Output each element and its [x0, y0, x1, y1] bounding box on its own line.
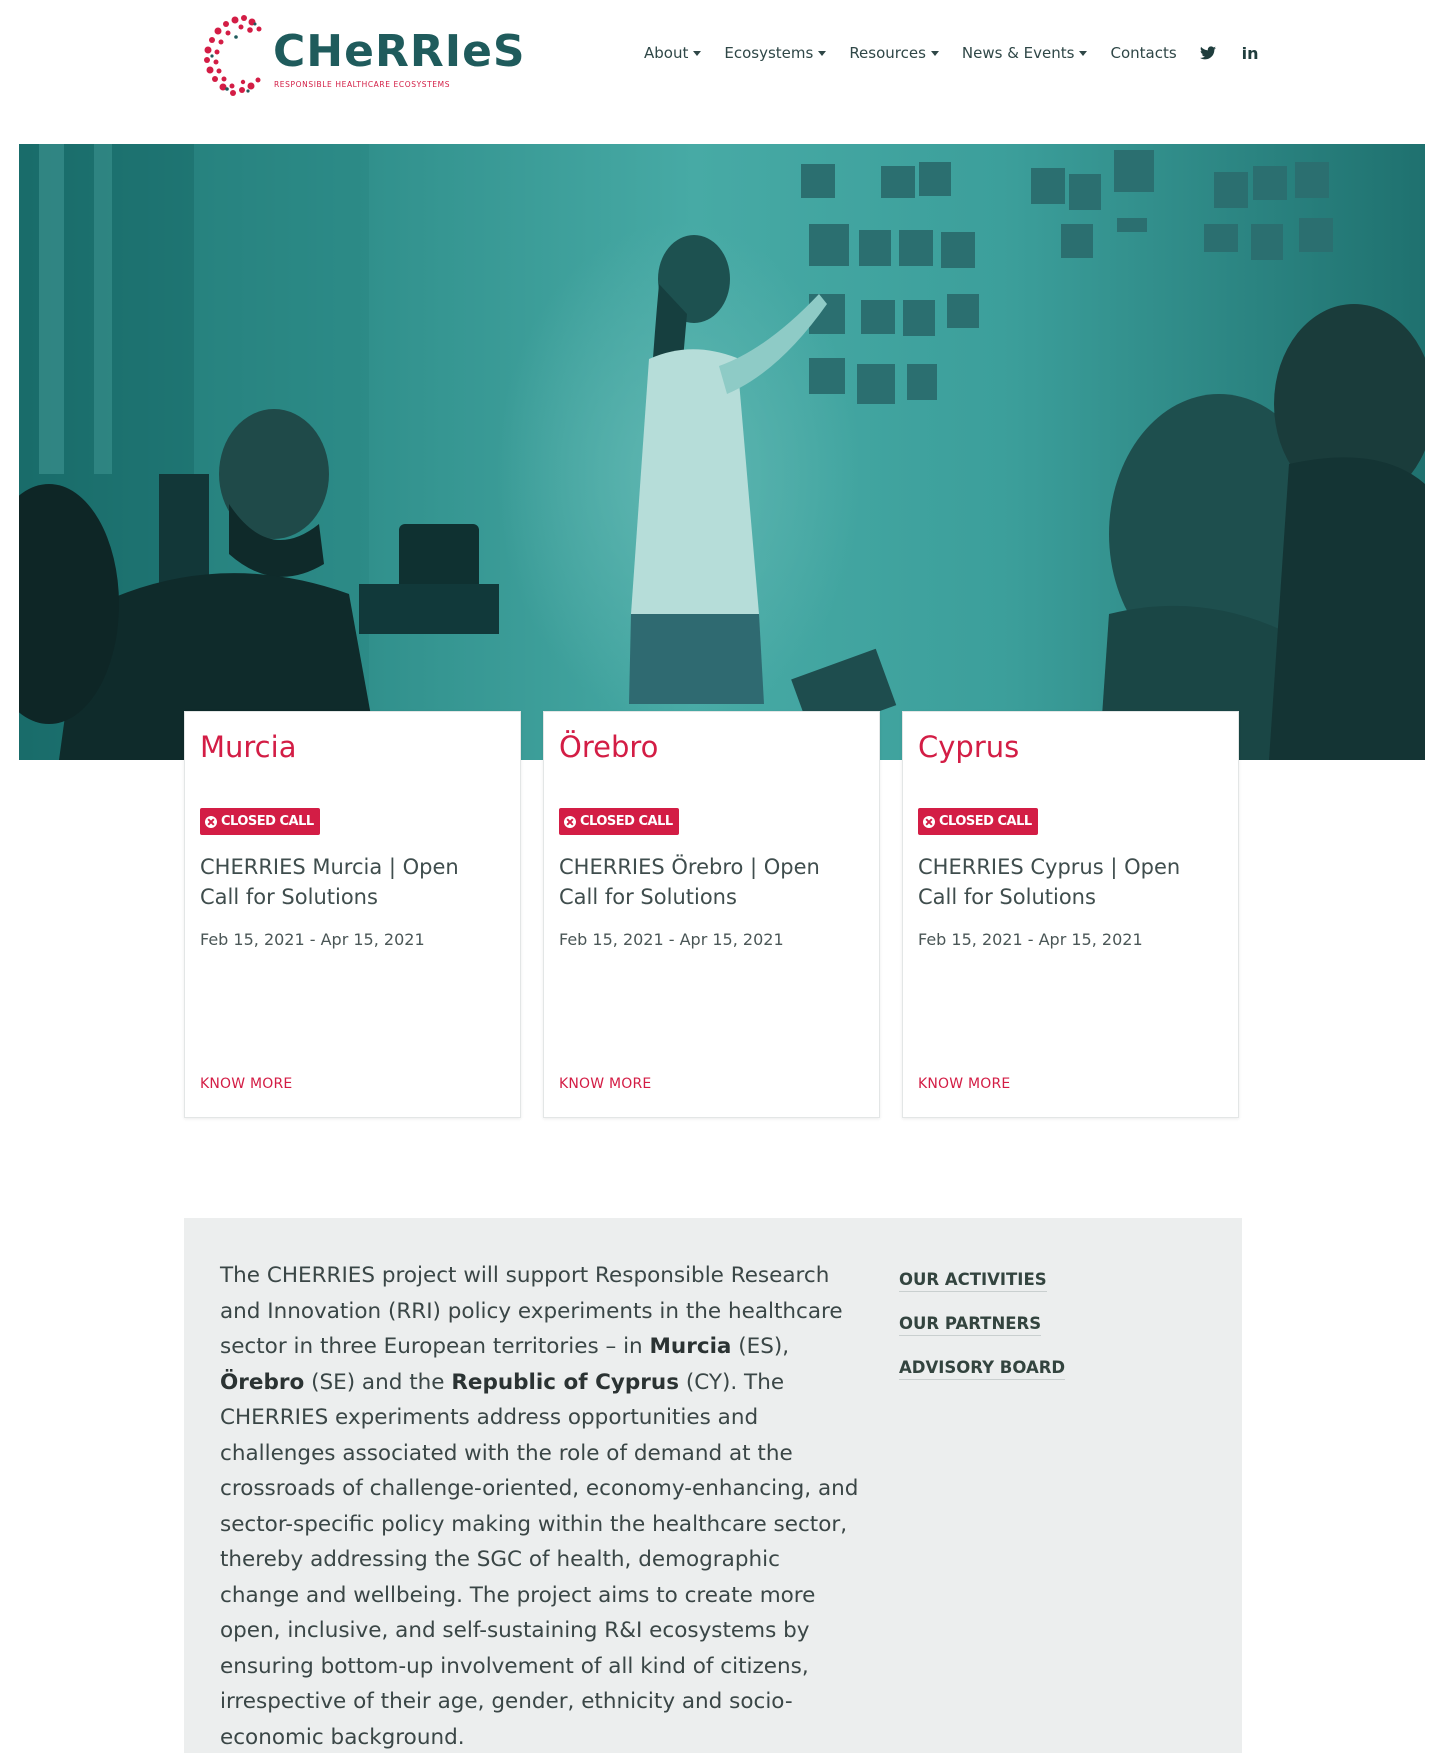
closed-call-badge: CLOSED CALL	[559, 808, 679, 835]
badge-label: CLOSED CALL	[939, 814, 1032, 829]
close-circle-icon	[205, 815, 217, 828]
call-card-murcia[interactable]: Murcia CLOSED CALL CHERRIES Murcia | Ope…	[184, 711, 521, 1118]
territory-murcia: Murcia	[649, 1334, 732, 1359]
close-circle-icon	[923, 815, 935, 828]
card-title: Cyprus	[918, 730, 1020, 764]
about-links: OUR ACTIVITIES OUR PARTNERS ADVISORY BOA…	[899, 1270, 1066, 1402]
territory-cyprus: Republic of Cyprus	[451, 1369, 680, 1395]
caret-down-icon	[693, 51, 702, 56]
about-section: The CHERRIES project will support Respon…	[184, 1218, 1242, 1753]
caret-down-icon	[930, 51, 939, 56]
about-paragraph: The CHERRIES project will support Respon…	[220, 1258, 860, 1755]
our-partners-link[interactable]: OUR PARTNERS	[899, 1314, 1042, 1336]
nav-contacts-label: Contacts	[1110, 44, 1177, 62]
card-description: CHERRIES Murcia | Open Call for Solution…	[200, 855, 459, 909]
caret-down-icon	[1079, 51, 1088, 56]
card-dates: Feb 15, 2021 - Apr 15, 2021	[559, 930, 784, 949]
closed-call-badge: CLOSED CALL	[200, 808, 320, 835]
call-card-orebro[interactable]: Örebro CLOSED CALL CHERRIES Örebro | Ope…	[543, 711, 880, 1118]
card-title: Örebro	[559, 730, 659, 764]
nav-contacts[interactable]: Contacts	[1110, 44, 1176, 62]
hero-illustration	[19, 144, 1425, 760]
nav-resources[interactable]: Resources	[849, 44, 939, 62]
call-card-cyprus[interactable]: Cyprus CLOSED CALL CHERRIES Cyprus | Ope…	[902, 711, 1239, 1118]
twitter-icon[interactable]	[1199, 46, 1216, 60]
logo-tagline: RESPONSIBLE HEALTHCARE ECOSYSTEMS	[274, 80, 451, 89]
caret-down-icon	[818, 51, 827, 56]
badge-label: CLOSED CALL	[221, 814, 314, 829]
nav-news-events[interactable]: News & Events	[962, 44, 1088, 62]
know-more-link[interactable]: KNOW MORE	[559, 1076, 651, 1092]
card-dates: Feb 15, 2021 - Apr 15, 2021	[918, 930, 1143, 949]
closed-call-badge: CLOSED CALL	[918, 808, 1038, 835]
cherries-logo[interactable]: CHeRRIeS RESPONSIBLE HEALTHCARE ECOSYSTE…	[197, 12, 525, 98]
our-activities-link[interactable]: OUR ACTIVITIES	[899, 1270, 1047, 1292]
logo-c-dots-icon	[204, 15, 262, 96]
know-more-link[interactable]: KNOW MORE	[918, 1076, 1010, 1092]
main-navigation: About Ecosystems Resources News & Events…	[644, 42, 1285, 64]
know-more-link[interactable]: KNOW MORE	[200, 1076, 292, 1092]
nav-about-label: About	[644, 44, 689, 62]
card-dates: Feb 15, 2021 - Apr 15, 2021	[200, 930, 425, 949]
card-title: Murcia	[200, 730, 297, 764]
card-description: CHERRIES Cyprus | Open Call for Solution…	[918, 855, 1181, 909]
nav-about[interactable]: About	[644, 44, 702, 62]
logo-wordmark: CHeRRIeS	[273, 26, 526, 77]
close-circle-icon	[564, 815, 576, 828]
nav-ecosystems[interactable]: Ecosystems	[724, 44, 827, 62]
hero-image	[19, 144, 1425, 760]
nav-news-events-label: News & Events	[961, 44, 1075, 62]
about-text-part: (ES),	[731, 1334, 790, 1359]
card-description: CHERRIES Örebro | Open Call for Solution…	[559, 855, 820, 909]
nav-ecosystems-label: Ecosystems	[724, 44, 814, 62]
about-text-part: (SE) and the	[304, 1369, 452, 1395]
linkedin-icon[interactable]: in	[1242, 44, 1259, 63]
territory-orebro: Örebro	[220, 1369, 305, 1395]
badge-label: CLOSED CALL	[580, 814, 673, 829]
advisory-board-link[interactable]: ADVISORY BOARD	[899, 1358, 1066, 1380]
nav-resources-label: Resources	[849, 44, 926, 62]
about-text-part: (CY). The CHERRIES experiments address o…	[220, 1369, 859, 1750]
